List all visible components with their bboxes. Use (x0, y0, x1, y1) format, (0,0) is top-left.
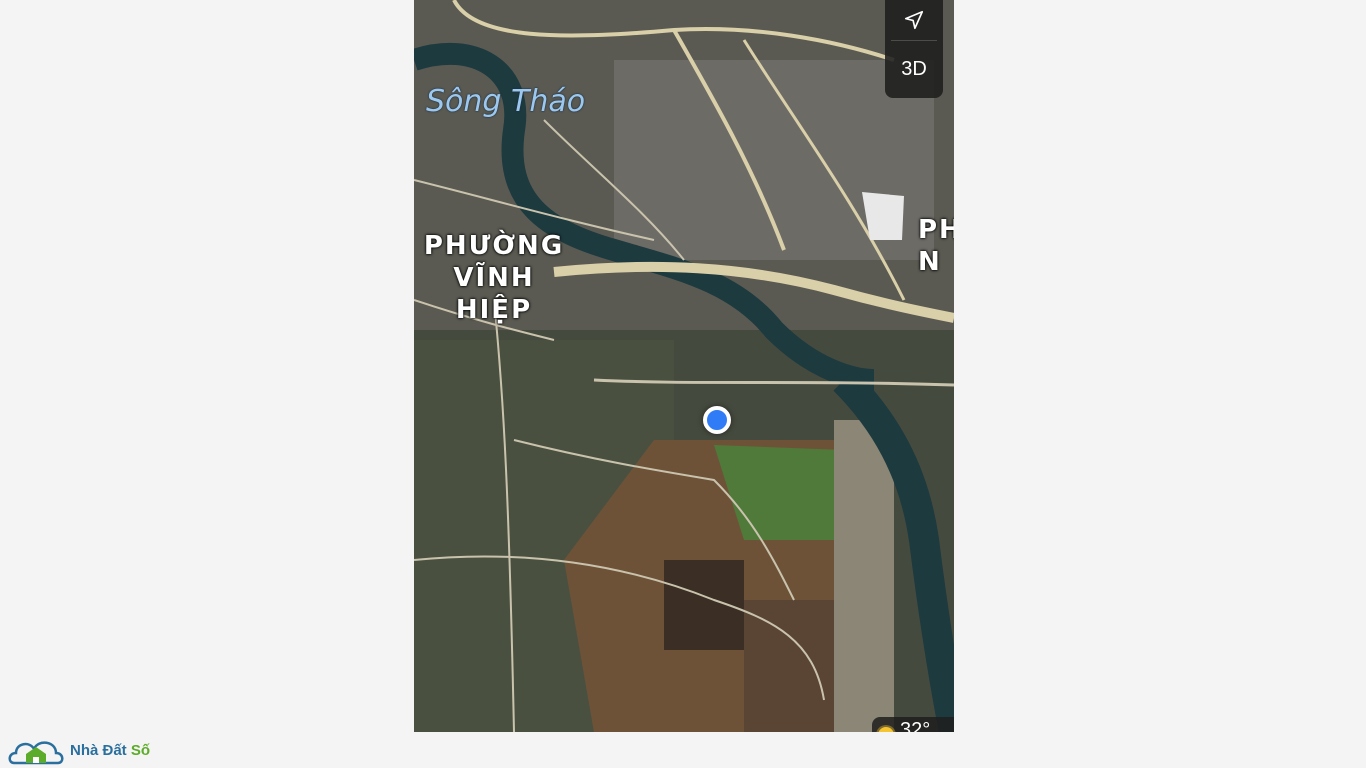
weather-badge: 32° (872, 717, 954, 732)
map-controls: 3D (885, 0, 943, 98)
navigation-arrow-icon (904, 10, 924, 30)
logo-text: Nhà Đất Số (70, 742, 150, 759)
logo-text-main: Nhà Đất (70, 741, 131, 759)
locate-me-button[interactable] (885, 0, 943, 40)
satellite-map[interactable]: Sông Tháo PHƯỜNG VĨNH HIỆP PH N 3D 32° (414, 0, 954, 732)
sun-icon (878, 727, 894, 732)
river-label: Sông Tháo (426, 84, 586, 119)
ward-label-partial: PH N (918, 214, 954, 278)
ward-label-line: N (918, 247, 942, 277)
ward-label-line: PHƯỜNG (423, 231, 565, 261)
logo-text-accent: Số (130, 741, 151, 759)
weather-temperature: 32° (900, 719, 931, 732)
ward-label-vinh-hiep: PHƯỜNG VĨNH HIỆP (414, 230, 574, 326)
current-location-dot[interactable] (703, 406, 731, 434)
site-logo[interactable]: Nhà Đất Số (6, 732, 150, 768)
house-cloud-icon (8, 741, 64, 765)
ward-label-line: HIỆP (455, 295, 533, 325)
screenshot-stage: Sông Tháo PHƯỜNG VĨNH HIỆP PH N 3D 32° N… (0, 0, 1366, 768)
ward-label-line: PH (918, 215, 954, 245)
view-3d-button[interactable]: 3D (885, 41, 943, 97)
ward-label-line: VĨNH (453, 263, 535, 293)
